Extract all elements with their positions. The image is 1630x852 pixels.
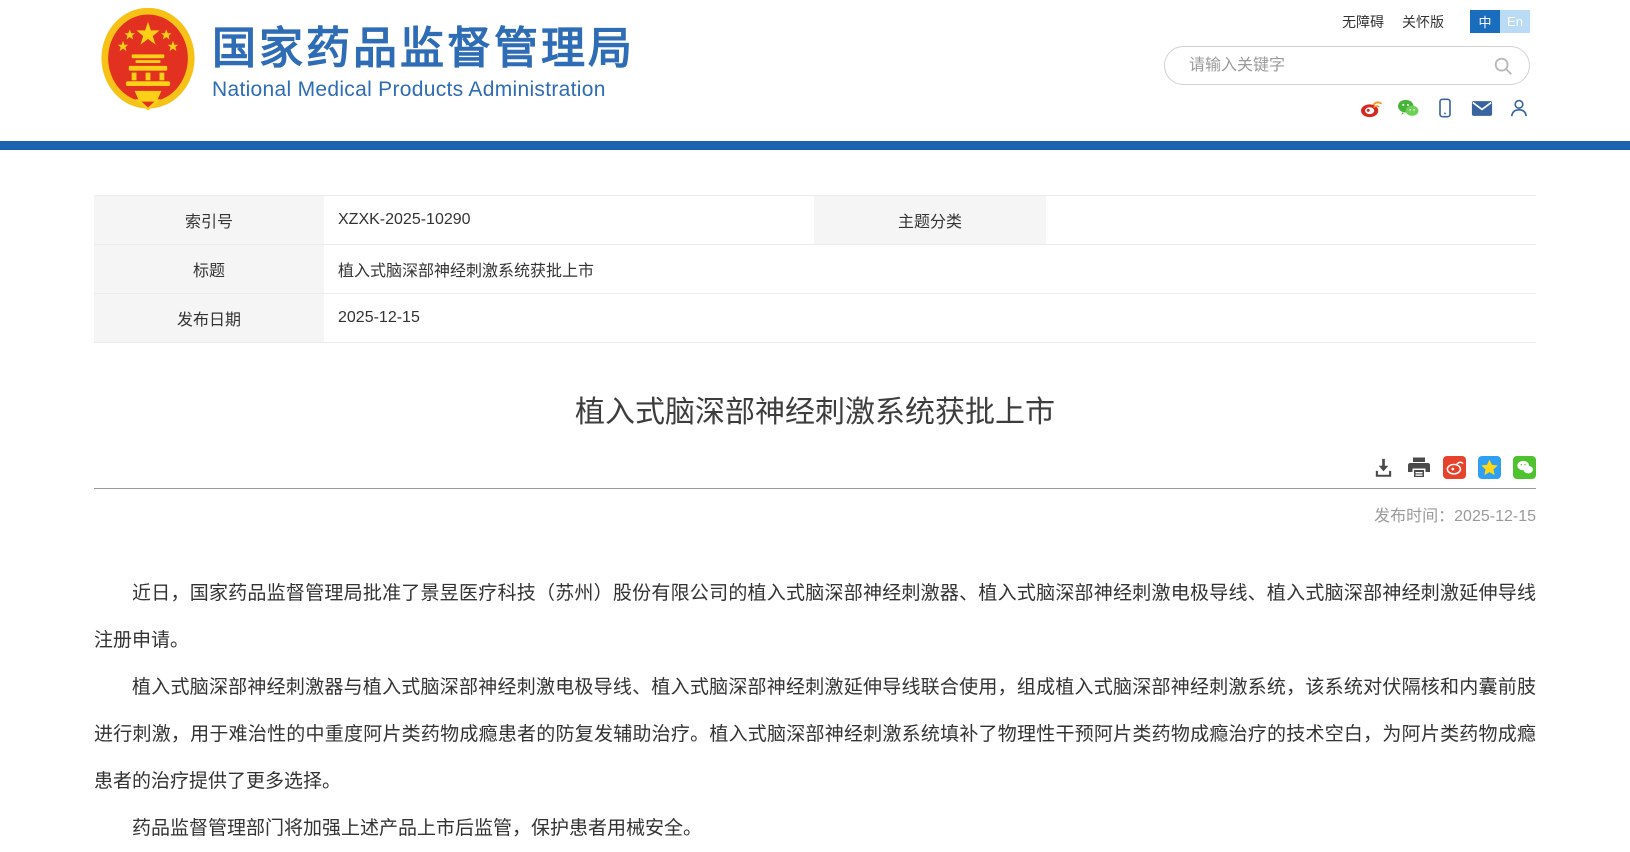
site-logo[interactable]: 国家药品监督管理局 National Medical Products Admi… bbox=[100, 8, 635, 118]
publish-time-value: 2025-12-15 bbox=[1454, 508, 1536, 525]
wechat-share-icon[interactable] bbox=[1513, 456, 1536, 479]
social-icon-row bbox=[1164, 98, 1530, 118]
publish-time-label: 发布时间： bbox=[1374, 508, 1454, 525]
search-box bbox=[1164, 46, 1530, 85]
lang-en-button[interactable]: En bbox=[1500, 10, 1530, 33]
weibo-icon[interactable] bbox=[1360, 98, 1382, 118]
title-divider bbox=[94, 488, 1536, 489]
article-paragraph: 药品监督管理部门将加强上述产品上市后监管，保护患者用械安全。 bbox=[94, 805, 1536, 852]
site-header: 国家药品监督管理局 National Medical Products Admi… bbox=[0, 0, 1630, 141]
table-row: 发布日期 2025-12-15 bbox=[94, 294, 1536, 343]
qzone-share-icon[interactable] bbox=[1478, 456, 1501, 479]
article-toolbar bbox=[94, 455, 1536, 488]
care-version-link[interactable]: 关怀版 bbox=[1402, 12, 1444, 32]
topic-category-label: 主题分类 bbox=[814, 196, 1046, 245]
site-title: 国家药品监督管理局 bbox=[212, 24, 635, 75]
search-input[interactable] bbox=[1187, 56, 1492, 76]
china-national-emblem-icon bbox=[100, 8, 196, 118]
title-label: 标题 bbox=[94, 245, 324, 294]
mail-icon[interactable] bbox=[1471, 98, 1493, 118]
table-row: 标题 植入式脑深部神经刺激系统获批上市 bbox=[94, 245, 1536, 294]
index-number-value: XZXK-2025-10290 bbox=[324, 196, 814, 245]
header-divider-bar bbox=[0, 141, 1630, 150]
document-meta-table: 索引号 XZXK-2025-10290 主题分类 标题 植入式脑深部神经刺激系统… bbox=[94, 195, 1536, 343]
article-paragraph: 近日，国家药品监督管理局批准了景昱医疗科技（苏州）股份有限公司的植入式脑深部神经… bbox=[94, 570, 1536, 664]
weibo-share-icon[interactable] bbox=[1443, 456, 1466, 479]
wechat-icon[interactable] bbox=[1397, 98, 1419, 118]
search-icon[interactable] bbox=[1492, 55, 1514, 77]
title-value: 植入式脑深部神经刺激系统获批上市 bbox=[324, 245, 1536, 294]
publish-date-label: 发布日期 bbox=[94, 294, 324, 343]
download-icon[interactable] bbox=[1371, 455, 1395, 479]
top-links: 无障碍 关怀版 中 En bbox=[1164, 10, 1530, 33]
page-title: 植入式脑深部神经刺激系统获批上市 bbox=[94, 387, 1536, 431]
publish-date-value: 2025-12-15 bbox=[324, 294, 1536, 343]
article-body: 近日，国家药品监督管理局批准了景昱医疗科技（苏州）股份有限公司的植入式脑深部神经… bbox=[94, 570, 1536, 852]
index-number-label: 索引号 bbox=[94, 196, 324, 245]
accessibility-link[interactable]: 无障碍 bbox=[1342, 12, 1384, 32]
logo-text: 国家药品监督管理局 National Medical Products Admi… bbox=[212, 24, 635, 103]
mobile-icon[interactable] bbox=[1434, 98, 1456, 118]
print-icon[interactable] bbox=[1407, 455, 1431, 479]
header-right: 无障碍 关怀版 中 En bbox=[1164, 10, 1530, 118]
lang-zh-button[interactable]: 中 bbox=[1470, 10, 1500, 33]
user-icon[interactable] bbox=[1508, 98, 1530, 118]
topic-category-value bbox=[1046, 196, 1536, 245]
main-content: 索引号 XZXK-2025-10290 主题分类 标题 植入式脑深部神经刺激系统… bbox=[94, 195, 1536, 852]
publish-time: 发布时间：2025-12-15 bbox=[94, 502, 1536, 526]
site-subtitle: National Medical Products Administration bbox=[212, 78, 635, 102]
article-paragraph: 植入式脑深部神经刺激器与植入式脑深部神经刺激电极导线、植入式脑深部神经刺激延伸导… bbox=[94, 664, 1536, 805]
language-switch: 中 En bbox=[1470, 10, 1530, 33]
table-row: 索引号 XZXK-2025-10290 主题分类 bbox=[94, 196, 1536, 245]
